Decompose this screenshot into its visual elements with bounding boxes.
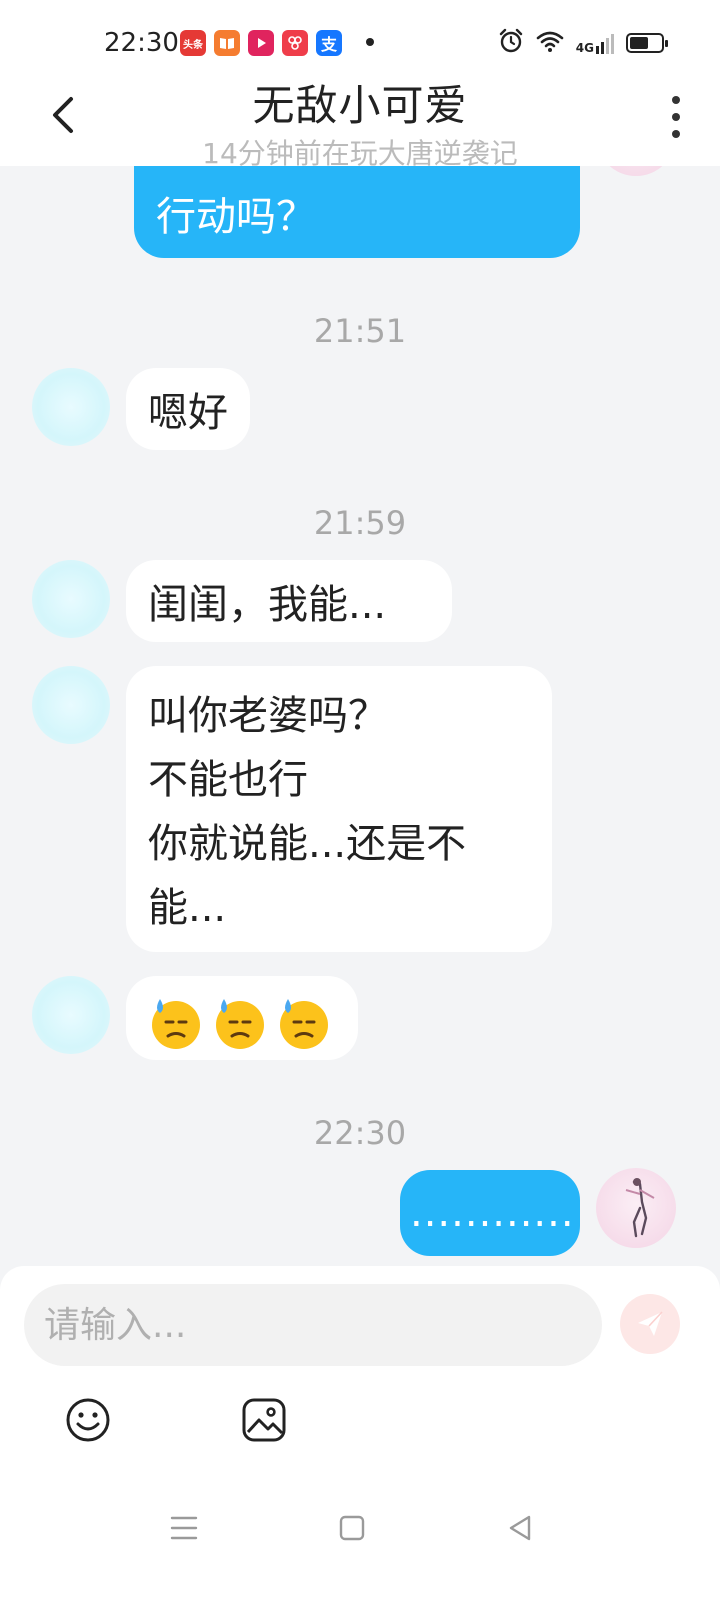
timestamp: 22:30 [313, 1114, 407, 1152]
timestamp: 21:59 [313, 504, 407, 542]
alipay-app-icon: 支 [316, 30, 342, 56]
contact-avatar[interactable] [32, 560, 110, 638]
toutiao-app-icon: 头条 [180, 30, 206, 56]
downcast-face-with-sweat-icon [212, 995, 268, 1051]
message-line: 能... [148, 885, 227, 931]
message-bubble-received[interactable] [126, 976, 358, 1060]
contact-avatar[interactable] [32, 368, 110, 446]
message-line: 你就说能...还是不 [148, 821, 467, 867]
contact-status: 14分钟前在玩大唐逆袭记 [202, 137, 518, 170]
reader-app-icon [214, 30, 240, 56]
message-bubble-received[interactable]: 嗯好 [126, 368, 250, 450]
contact-avatar[interactable] [32, 666, 110, 744]
message-text: 嗯好 [148, 390, 228, 436]
triangle-back-icon [509, 1515, 531, 1541]
battery-icon [626, 33, 668, 53]
my-avatar[interactable] [596, 1168, 676, 1248]
contact-name: 无敌小可爱 [252, 81, 468, 130]
timestamp: 21:51 [313, 312, 407, 350]
more-dot [672, 113, 680, 121]
image-icon [242, 1398, 286, 1442]
cellular-signal-icon: 4G [576, 32, 614, 54]
message-bubble-received[interactable]: 叫你老婆吗？ 不能也行 你就说能...还是不 能... [126, 666, 552, 952]
emoji-button[interactable] [64, 1396, 112, 1444]
downcast-face-with-sweat-icon [148, 995, 204, 1051]
chat-header: 无敌小可爱 14分钟前在玩大唐逆袭记 [0, 66, 720, 170]
downcast-face-with-sweat-icon [276, 995, 332, 1051]
menu-icon [170, 1516, 198, 1540]
pinduoduo-app-icon [282, 30, 308, 56]
message-text: ............ [410, 1190, 575, 1236]
status-right-group: 4G [498, 28, 668, 58]
system-nav-bar [0, 1480, 720, 1600]
network-type-label: 4G [575, 41, 594, 55]
menu-nav-button[interactable] [164, 1508, 204, 1548]
alarm-icon [498, 28, 524, 58]
more-dot [672, 130, 680, 138]
video-app-icon [248, 30, 274, 56]
message-line: 不能也行 [148, 757, 308, 803]
message-text: 闺闺，我能... [148, 582, 387, 628]
message-line: 叫你老婆吗？ [148, 693, 388, 739]
back-nav-button[interactable] [500, 1508, 540, 1548]
contact-avatar[interactable] [32, 976, 110, 1054]
message-input[interactable] [24, 1284, 602, 1366]
square-icon [339, 1515, 365, 1541]
send-icon [638, 1311, 663, 1336]
message-text: 行动吗？ [156, 194, 316, 240]
message-bubble-sent[interactable]: ............ [400, 1170, 580, 1256]
avatar-figure-icon [625, 1178, 655, 1238]
smiley-icon [66, 1398, 110, 1442]
status-time: 22:30 [104, 28, 179, 58]
more-dot [672, 96, 680, 104]
more-options-button[interactable] [666, 96, 686, 138]
notification-dot [366, 38, 374, 46]
message-bubble-received[interactable]: 闺闺，我能... [126, 560, 452, 642]
wifi-icon [536, 30, 564, 56]
image-button[interactable] [240, 1396, 288, 1444]
home-nav-button[interactable] [332, 1508, 372, 1548]
send-button[interactable] [620, 1294, 680, 1354]
chat-screen: 22:30 头条 支 4G 行动吗？ 21:51 嗯好 21:59 闺闺，我能.… [0, 0, 720, 1600]
